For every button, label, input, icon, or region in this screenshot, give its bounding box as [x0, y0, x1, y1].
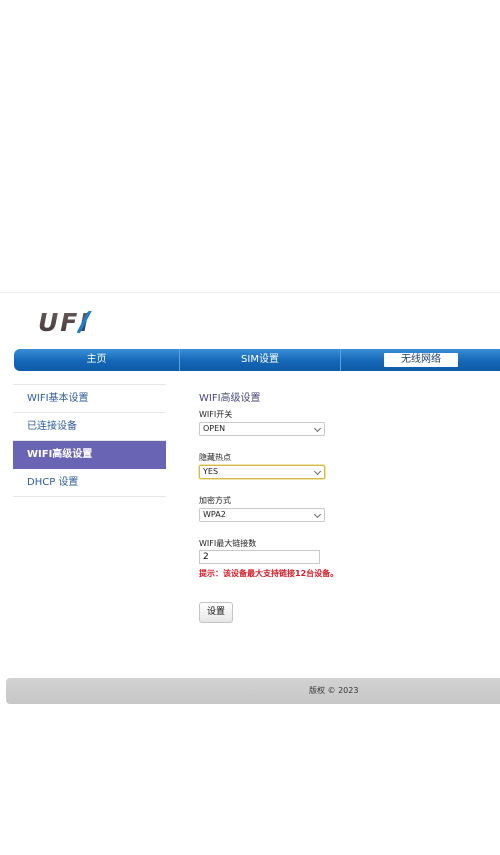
wifi-switch-value: OPEN	[203, 424, 226, 433]
nav-tab-home[interactable]: 主页	[14, 349, 180, 371]
max-connections-group: WIFI最大链接数 2 提示：该设备最大支持链接12台设备。	[199, 538, 499, 579]
hidden-ssid-select[interactable]: YES	[199, 465, 325, 479]
sidebar-item-wifi-basic[interactable]: WIFI基本设置	[13, 384, 166, 413]
nav-tab-wireless-container: 无线网络	[341, 349, 500, 371]
blank-area	[0, 0, 500, 292]
sidebar-item-connected-devices[interactable]: 已连接设备	[13, 413, 166, 441]
encryption-group: 加密方式 WPA2	[199, 495, 499, 522]
wifi-advanced-form: WIFI高级设置 WIFI开关 OPEN 隐藏热点 YES 加密方式 WPA2 …	[199, 389, 499, 623]
sidebar: WIFI基本设置 已连接设备 WIFI高级设置 DHCP 设置	[13, 384, 166, 497]
form-title: WIFI高级设置	[199, 393, 261, 404]
footer: 版权 © 2023	[6, 678, 500, 704]
max-connections-hint: 提示：该设备最大支持链接12台设备。	[199, 569, 339, 578]
wifi-switch-label: WIFI开关	[199, 410, 233, 419]
sidebar-item-dhcp[interactable]: DHCP 设置	[13, 469, 166, 497]
page-top-edge	[0, 292, 500, 293]
hidden-ssid-group: 隐藏热点 YES	[199, 452, 499, 479]
main-nav: 主页 SIM设置 无线网络	[14, 349, 500, 371]
hidden-ssid-label: 隐藏热点	[199, 453, 231, 462]
chevron-down-icon	[313, 510, 322, 519]
nav-tab-sim[interactable]: SIM设置	[180, 349, 341, 371]
wifi-switch-group: WIFI开关 OPEN	[199, 409, 499, 436]
chevron-down-icon	[313, 424, 322, 433]
copyright-text: 版权 © 2023	[309, 686, 359, 695]
hidden-ssid-value: YES	[203, 467, 219, 476]
chevron-down-icon	[313, 467, 322, 476]
encryption-value: WPA2	[203, 510, 226, 519]
nav-tab-wireless[interactable]: 无线网络	[384, 353, 458, 367]
brand-logo: UFI	[38, 308, 108, 337]
max-connections-input[interactable]: 2	[199, 550, 320, 564]
submit-button[interactable]: 设置	[199, 602, 233, 623]
wifi-switch-select[interactable]: OPEN	[199, 422, 325, 436]
max-connections-label: WIFI最大链接数	[199, 539, 257, 548]
sidebar-item-wifi-advanced[interactable]: WIFI高级设置	[13, 441, 166, 469]
encryption-label: 加密方式	[199, 496, 231, 505]
encryption-select[interactable]: WPA2	[199, 508, 325, 522]
